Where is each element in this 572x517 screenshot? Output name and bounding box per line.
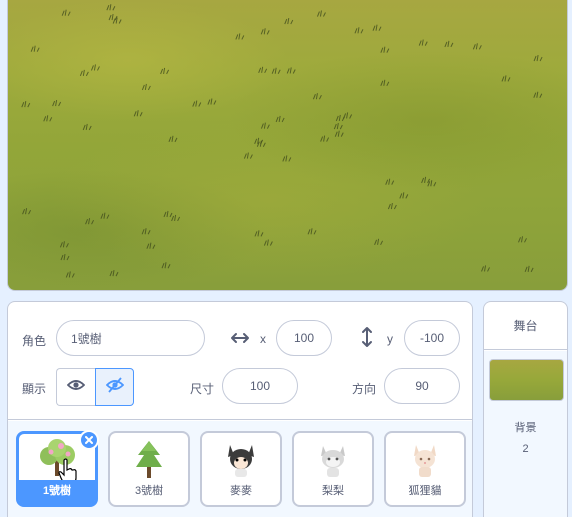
visibility-toggle [56, 368, 134, 406]
sprite-tile-label: 狐狸貓 [408, 485, 442, 497]
close-icon [85, 431, 93, 449]
sprite-tile-1[interactable]: 1號樹 [16, 430, 99, 507]
sprite-tile-2[interactable]: 3號樹 [108, 431, 190, 507]
backdrop-thumbnail[interactable] [489, 359, 564, 401]
hide-sprite-button[interactable] [95, 368, 134, 406]
stage-selector[interactable]: 舞台 背景 2 [483, 301, 568, 517]
dog-icon [224, 439, 258, 484]
show-sprite-button[interactable] [56, 368, 95, 406]
eye-slash-icon [105, 376, 124, 398]
sprite-info: 角色 1號樹 x 100 y -100 顯示 尺寸 100 方向 90 [8, 302, 472, 420]
show-label: 顯示 [22, 382, 47, 396]
sprite-list: 1號樹 3號樹 麥麥 梨梨 狐狸貓 [8, 421, 472, 517]
size-label: 尺寸 [190, 382, 215, 396]
sprite-tile-3[interactable]: 麥麥 [200, 431, 282, 507]
tree-icon [132, 439, 166, 484]
sprite-tile-label: 3號樹 [134, 485, 164, 497]
y-input[interactable]: -100 [404, 320, 460, 356]
delete-sprite-button[interactable] [79, 430, 99, 450]
fox-cat-icon [408, 439, 442, 484]
stage-canvas[interactable] [7, 0, 568, 291]
sprite-tile-label: 麥麥 [230, 485, 252, 497]
sprite-tile-4[interactable]: 梨梨 [292, 431, 374, 507]
eye-icon [66, 378, 86, 396]
backdrops-label: 背景 [514, 422, 537, 434]
backdrops-count: 2 [522, 443, 529, 455]
grass-backdrop [21, 4, 543, 278]
sprite-tile-5[interactable]: 狐狸貓 [384, 431, 466, 507]
size-input[interactable]: 100 [222, 368, 298, 404]
stage-selector-body: 背景 2 [484, 351, 567, 517]
sprite-tile-label: 1號樹 [42, 485, 72, 497]
sprite-tile-label: 梨梨 [322, 485, 344, 497]
y-label: y [387, 332, 393, 346]
direction-label: 方向 [352, 382, 377, 396]
vertical-arrows-icon [360, 326, 374, 353]
cat-icon [316, 439, 350, 484]
sprite-name-input[interactable]: 1號樹 [56, 320, 205, 356]
sprite-pane: 角色 1號樹 x 100 y -100 顯示 尺寸 100 方向 90 1號樹 … [7, 301, 473, 517]
horizontal-arrows-icon [230, 330, 250, 351]
x-label: x [260, 332, 266, 346]
direction-input[interactable]: 90 [384, 368, 460, 404]
x-input[interactable]: 100 [276, 320, 332, 356]
stage-selector-title: 舞台 [484, 302, 567, 350]
sprite-label: 角色 [22, 334, 47, 348]
